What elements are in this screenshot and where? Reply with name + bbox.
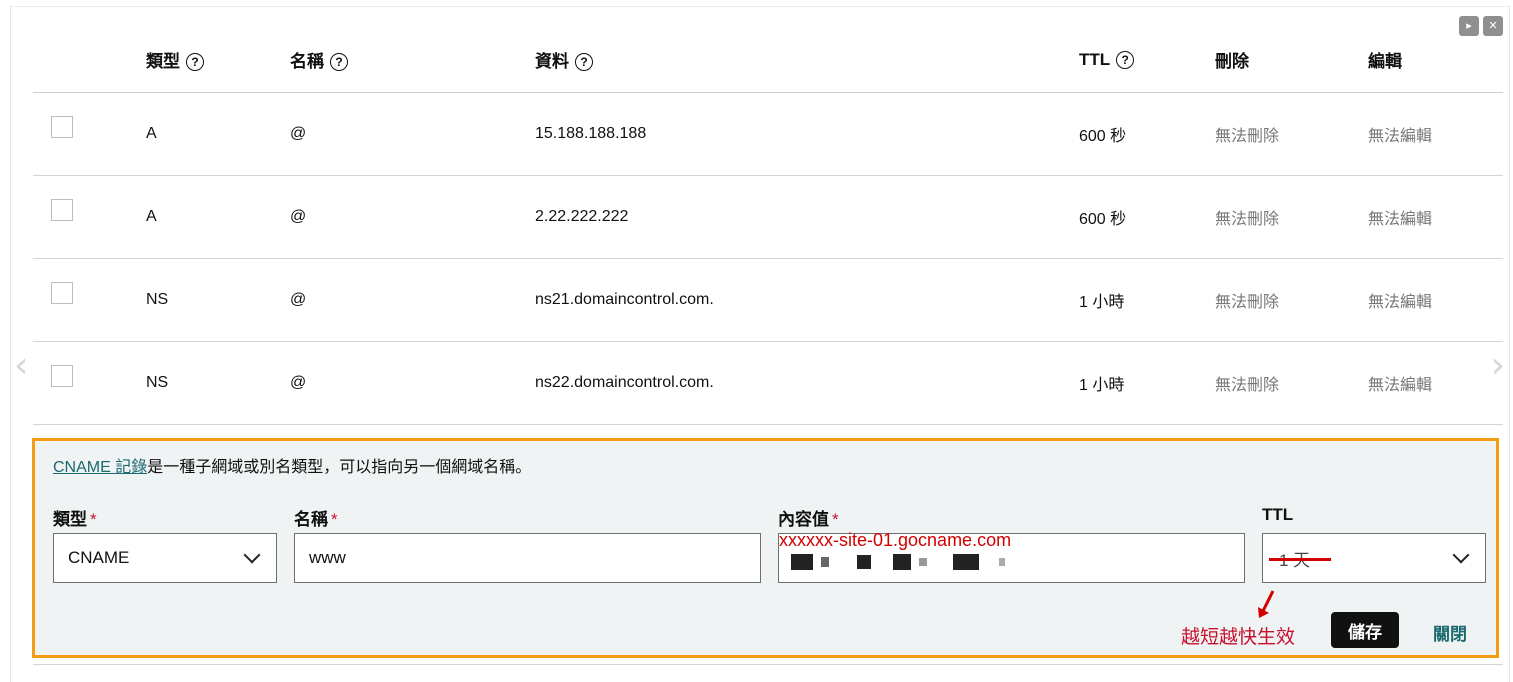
table-row: A @ 15.188.188.188 600 秒 無法刪除 無法編輯	[33, 92, 1503, 175]
cell-delete: 無法刪除	[1215, 293, 1280, 311]
cell-delete: 無法刪除	[1215, 376, 1280, 394]
table-row: NS @ ns22.domaincontrol.com. 1 小時 無法刪除 無…	[33, 341, 1503, 424]
content-field-label: 內容值 *	[778, 505, 839, 530]
cell-name: @	[290, 124, 307, 142]
table-row: A @ 2.22.222.222 600 秒 無法刪除 無法編輯	[33, 175, 1503, 258]
cell-ttl: 600 秒	[1079, 210, 1127, 228]
row-select	[33, 258, 146, 341]
cell-delete: 無法刪除	[1215, 210, 1280, 228]
cell-edit: 無法編輯	[1368, 293, 1433, 311]
header-name: 名稱?	[290, 28, 535, 92]
cell-ttl: 1 小時	[1079, 376, 1125, 394]
header-data-label: 資料	[535, 52, 569, 72]
cname-record-link[interactable]: CNAME 記錄	[53, 459, 147, 476]
row-select	[33, 92, 146, 175]
content-label-text: 內容值	[778, 510, 829, 529]
name-field-label: 名稱 *	[294, 505, 338, 530]
ttl-hint-annotation: 越短越快生效	[1181, 627, 1296, 648]
question-circle-icon[interactable]: ?	[186, 53, 204, 72]
header-name-label: 名稱	[290, 52, 324, 72]
required-mark: *	[832, 510, 839, 529]
header-select	[33, 28, 146, 92]
ttl-select[interactable]: 1 天	[1262, 533, 1486, 583]
question-circle-icon[interactable]: ?	[1116, 50, 1135, 69]
ttl-field-label: TTL	[1262, 505, 1294, 524]
cell-edit: 無法編輯	[1368, 127, 1433, 145]
type-select-value: CNAME	[68, 548, 130, 567]
row-checkbox[interactable]	[51, 282, 73, 304]
question-circle-icon[interactable]: ?	[575, 53, 593, 72]
content-value-input[interactable]: xxxxxx-site-01.gocname.com	[778, 530, 1245, 583]
cell-ttl: 600 秒	[1079, 127, 1127, 145]
content-annotation: xxxxxx-site-01.gocname.com	[779, 530, 1012, 550]
strike-through-annotation	[1269, 558, 1331, 561]
name-input-value: www	[309, 548, 346, 567]
cell-data: ns21.domaincontrol.com.	[535, 290, 714, 308]
cell-name: @	[290, 373, 307, 391]
close-button[interactable]: 關閉	[1433, 620, 1467, 645]
table-row: NS @ ns21.domaincontrol.com. 1 小時 無法刪除 無…	[33, 258, 1503, 341]
redacted-content-value	[791, 554, 1005, 570]
chevron-down-icon	[243, 546, 261, 564]
header-type-label: 類型	[146, 52, 180, 72]
cell-type: NS	[146, 290, 169, 308]
chevron-left-icon[interactable]: ‹	[14, 348, 28, 384]
required-mark: *	[331, 510, 338, 529]
header-ttl: TTL?	[1079, 28, 1215, 92]
table-header-row: 類型? 名稱? 資料? TTL? 刪除 編輯	[33, 28, 1503, 92]
cname-description-text: 是一種子網域或別名類型，可以指向另一個網域名稱。	[147, 459, 532, 476]
cell-type: A	[146, 124, 157, 142]
cell-delete: 無法刪除	[1215, 127, 1280, 145]
required-mark: *	[90, 510, 97, 529]
header-edit: 編輯	[1368, 52, 1402, 72]
name-input[interactable]: www	[294, 533, 761, 583]
name-label-text: 名稱	[294, 510, 328, 529]
dns-records-table: 類型? 名稱? 資料? TTL? 刪除 編輯 A @ 15.188.188.18…	[33, 28, 1503, 425]
cell-data: ns22.domaincontrol.com.	[535, 373, 714, 391]
row-select	[33, 175, 146, 258]
add-cname-record-panel: CNAME 記錄是一種子網域或別名類型，可以指向另一個網域名稱。 類型 * CNA…	[32, 438, 1499, 658]
red-arrow-icon	[1258, 590, 1275, 618]
cell-edit: 無法編輯	[1368, 376, 1433, 394]
header-data: 資料?	[535, 28, 1079, 92]
header-ttl-label: TTL	[1079, 49, 1111, 69]
cell-type: A	[146, 207, 157, 225]
cell-edit: 無法編輯	[1368, 210, 1433, 228]
chevron-down-icon	[1452, 546, 1470, 564]
row-checkbox[interactable]	[51, 365, 73, 387]
divider	[33, 664, 1503, 665]
cell-ttl: 1 小時	[1079, 293, 1125, 311]
header-delete: 刪除	[1215, 52, 1249, 72]
cell-name: @	[290, 290, 307, 308]
cell-data: 15.188.188.188	[535, 124, 647, 142]
question-circle-icon[interactable]: ?	[330, 53, 348, 72]
header-type: 類型?	[146, 28, 290, 92]
row-checkbox[interactable]	[51, 199, 73, 221]
type-label-text: 類型	[53, 510, 87, 529]
cname-description: CNAME 記錄是一種子網域或別名類型，可以指向另一個網域名稱。	[53, 453, 531, 477]
type-select[interactable]: CNAME	[53, 533, 277, 583]
cell-name: @	[290, 207, 307, 225]
row-select	[33, 341, 146, 424]
save-button[interactable]: 儲存	[1331, 612, 1399, 648]
cell-data: 2.22.222.222	[535, 207, 629, 225]
cell-type: NS	[146, 373, 169, 391]
type-field-label: 類型 *	[53, 505, 97, 530]
row-checkbox[interactable]	[51, 116, 73, 138]
